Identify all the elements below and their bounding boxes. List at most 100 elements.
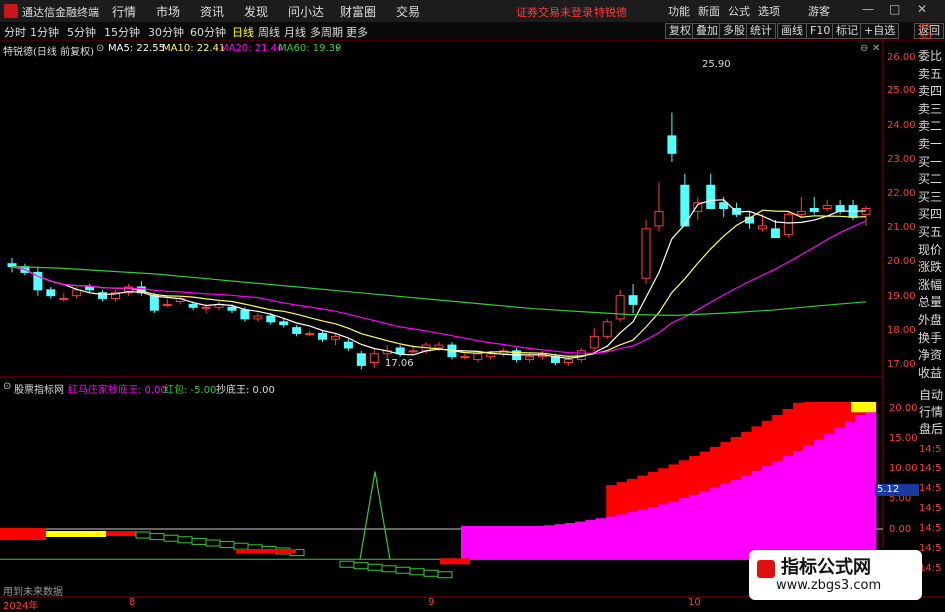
- menu-zixun[interactable]: 资讯: [200, 3, 224, 20]
- quote-panel-item: 卖一: [918, 137, 943, 151]
- close-icon[interactable]: ✕: [917, 2, 927, 16]
- indicator-bar-red: [730, 437, 742, 480]
- tab-60min[interactable]: 60分钟: [190, 24, 226, 40]
- menu-gongneng[interactable]: 功能: [668, 3, 690, 19]
- low-annotation: 17.06: [385, 358, 414, 369]
- rp-auto[interactable]: 自动: [919, 386, 943, 403]
- candle-body: [641, 228, 651, 279]
- menu-shichang[interactable]: 市场: [156, 3, 180, 20]
- indicator-bar-red: [106, 531, 136, 536]
- quote-panel-item: 涨幅: [918, 277, 943, 292]
- indicator-bar-magenta: [554, 524, 566, 560]
- tab-30min[interactable]: 30分钟: [148, 24, 184, 40]
- close-panel-icon[interactable]: ✕: [872, 43, 880, 54]
- price-tick: 17.00: [887, 359, 916, 370]
- indicator-bar-magenta: [461, 525, 472, 560]
- quote-panel-item: 买五: [918, 225, 943, 239]
- menu-gongshi[interactable]: 公式: [728, 3, 750, 19]
- tab-15min[interactable]: 15分钟: [104, 24, 140, 40]
- tab-monthly[interactable]: 月线: [284, 24, 306, 40]
- ma60-value: MA60: 19.39: [278, 43, 342, 54]
- menu-wenxiaoda[interactable]: 问小达: [288, 3, 324, 20]
- next-arrow-icon[interactable]: ›: [335, 43, 339, 54]
- high-annotation: 25.90: [702, 59, 731, 70]
- rp-panhou[interactable]: 盘后: [919, 420, 943, 437]
- indicator-bar-red: [678, 460, 690, 499]
- app-logo-icon: [4, 4, 18, 18]
- time-tick: 14:5: [919, 444, 942, 455]
- multi-stock-button[interactable]: 多股: [719, 23, 749, 39]
- tab-fenshi[interactable]: 分时: [4, 24, 26, 40]
- moving-average-lines: [11, 199, 867, 360]
- rp-hangqing[interactable]: 行情: [919, 403, 943, 420]
- candle-body: [279, 321, 289, 326]
- right-panel-corner: RS SO: [919, 23, 932, 42]
- tab-more[interactable]: 更多: [346, 24, 368, 40]
- quote-panel-item: 卖四: [918, 84, 943, 99]
- indicator-bar-red: [236, 549, 296, 553]
- time-tick: 14:5: [919, 563, 942, 574]
- draw-line-button[interactable]: 画线: [777, 23, 807, 39]
- indicator-step-green: [191, 537, 207, 545]
- quote-panel-item: 现价: [918, 242, 943, 257]
- indicator-bar-magenta: [481, 525, 493, 560]
- f10-button[interactable]: F10: [806, 23, 835, 39]
- menu-xuanxiang[interactable]: 选项: [758, 3, 780, 19]
- date-tick: 9: [428, 597, 435, 608]
- chart-canvas[interactable]: [0, 40, 945, 609]
- title-bar: 通达信金融终端 行情 市场 资讯 发现 问小达 财富圈 交易 证券交易未登录 特…: [0, 0, 945, 23]
- candle-body: [162, 303, 172, 306]
- indicator-bar-magenta: [533, 525, 545, 560]
- indicator-name[interactable]: 股票指标网: [14, 381, 64, 396]
- candle-body: [46, 289, 56, 297]
- menu-xinmian[interactable]: 新面: [698, 3, 720, 19]
- indicator-bar-magenta: [606, 516, 618, 560]
- candle-body: [408, 350, 418, 353]
- date-tick: 8: [129, 597, 136, 608]
- candle-body: [654, 210, 664, 227]
- watermark-logo-icon: [757, 560, 775, 578]
- candle-body: [757, 225, 767, 230]
- tab-1min[interactable]: 1分钟: [30, 24, 59, 40]
- maximize-icon[interactable]: □: [889, 2, 900, 16]
- add-watchlist-button[interactable]: +自选: [860, 23, 900, 39]
- indicator-bar-magenta: [793, 450, 804, 560]
- time-tick: 14:5: [919, 503, 942, 514]
- indicator-step-green: [437, 571, 453, 579]
- menu-jiaoyi[interactable]: 交易: [396, 3, 420, 20]
- price-tick: 20.00: [887, 256, 916, 267]
- indicator-bar-magenta: [803, 445, 815, 560]
- candle-body: [59, 298, 69, 301]
- settings-icon[interactable]: ⊙: [96, 43, 104, 54]
- indicator-bar-magenta: [699, 491, 711, 560]
- fuquan-button[interactable]: 复权: [665, 23, 695, 39]
- guest-label[interactable]: 游客: [808, 3, 830, 19]
- indicator-bar-red: [782, 408, 794, 456]
- menu-caifuquan[interactable]: 财富圈: [340, 3, 376, 20]
- tab-daily[interactable]: 日线: [232, 24, 254, 40]
- stats-button[interactable]: 统计: [746, 23, 776, 39]
- menu-faxian[interactable]: 发现: [244, 3, 268, 20]
- settings-icon[interactable]: ⊙: [3, 381, 11, 392]
- tab-multi-period[interactable]: 多周期: [310, 24, 343, 40]
- overlay-button[interactable]: 叠加: [692, 23, 722, 39]
- candle-body: [253, 315, 263, 320]
- time-tick: 14:5: [919, 523, 942, 534]
- watermark-title: 指标公式网: [781, 557, 871, 578]
- tab-weekly[interactable]: 周线: [258, 24, 280, 40]
- menu-hangqing[interactable]: 行情: [112, 3, 136, 20]
- quote-panel-item: 卖二: [918, 119, 943, 134]
- time-tick: 14:5: [919, 543, 942, 554]
- candle-body: [356, 353, 366, 366]
- candle-body: [706, 184, 716, 209]
- mark-button[interactable]: 标记: [832, 23, 862, 39]
- candle-body: [227, 306, 237, 311]
- indicator-bar-magenta: [710, 487, 721, 560]
- zoom-out-icon[interactable]: ⊖: [860, 43, 868, 54]
- tab-5min[interactable]: 5分钟: [67, 24, 96, 40]
- quote-panel-item: 收益: [918, 365, 943, 380]
- login-warning[interactable]: 证券交易未登录: [516, 4, 593, 20]
- indicator-bar-magenta: [595, 518, 607, 560]
- candle-body: [563, 359, 573, 363]
- minimize-icon[interactable]: —: [862, 2, 874, 16]
